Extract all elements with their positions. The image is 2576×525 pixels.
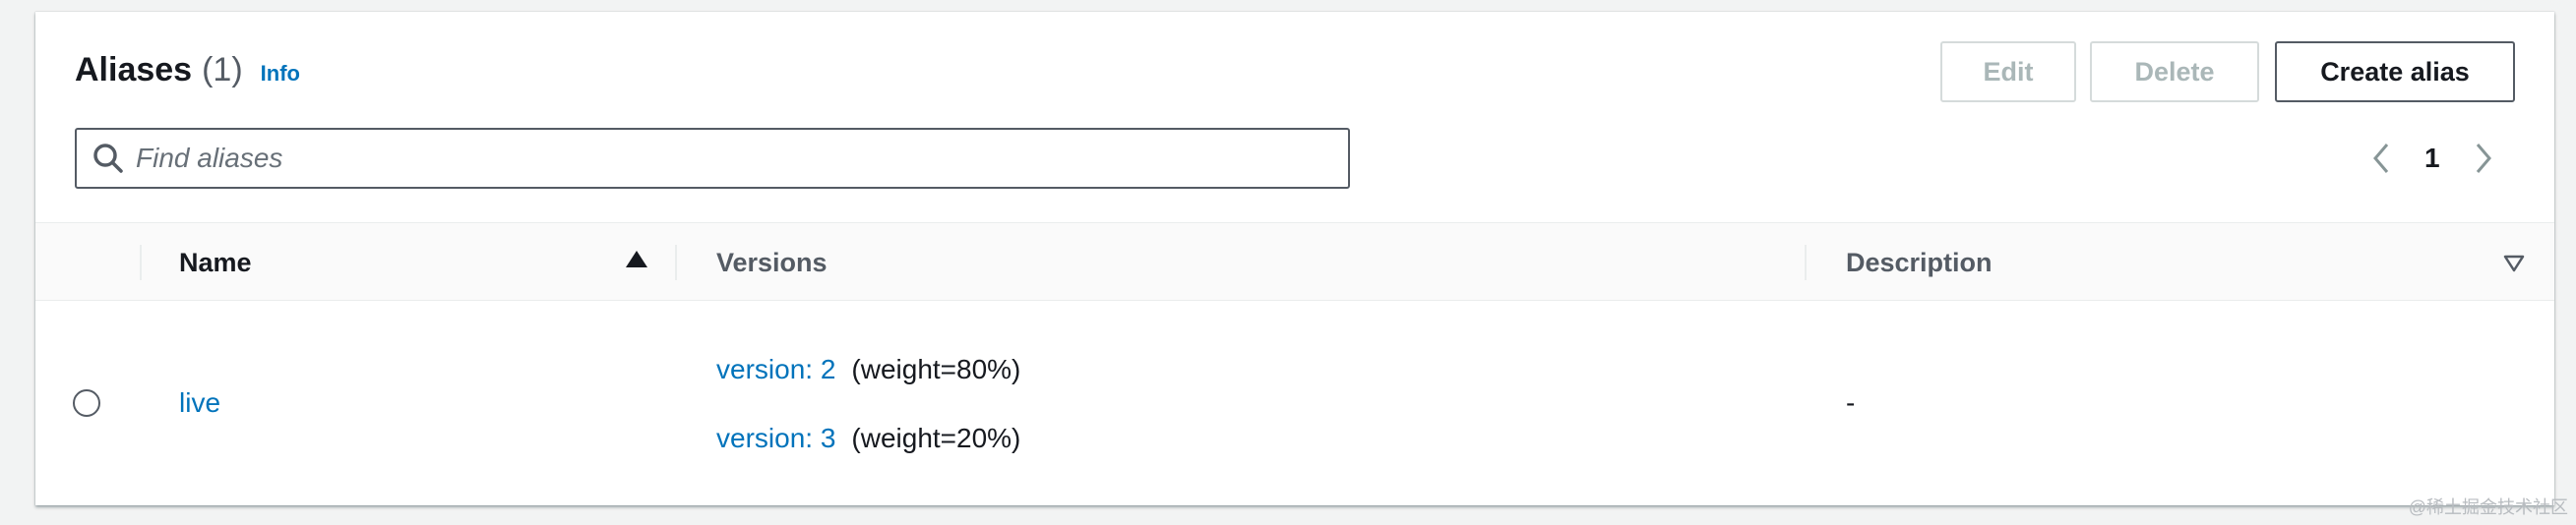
panel-header: Aliases (1) Info xyxy=(75,51,300,89)
chevron-right-icon[interactable] xyxy=(2470,139,2497,178)
version-link[interactable]: version: 3 xyxy=(716,423,835,454)
row-select-radio[interactable] xyxy=(73,389,100,417)
column-divider xyxy=(140,245,142,280)
sort-descending-icon[interactable] xyxy=(2503,255,2525,272)
alias-count: (1) xyxy=(202,51,243,88)
description-cell: - xyxy=(1846,387,1856,418)
edit-button[interactable]: Edit xyxy=(1940,41,2076,102)
sort-ascending-icon[interactable] xyxy=(626,251,647,267)
column-divider xyxy=(1805,245,1807,280)
column-header-name[interactable]: Name xyxy=(179,223,252,302)
version-entry: version: 2 (weight=80%) xyxy=(716,354,1020,385)
create-alias-button[interactable]: Create alias xyxy=(2275,41,2515,102)
version-link[interactable]: version: 2 xyxy=(716,354,835,385)
version-entry: version: 3 (weight=20%) xyxy=(716,423,1020,454)
search-box[interactable] xyxy=(75,128,1350,189)
chevron-left-icon[interactable] xyxy=(2367,139,2395,178)
version-weight: (weight=20%) xyxy=(851,423,1021,453)
version-weight: (weight=80%) xyxy=(851,354,1021,384)
column-header-versions: Versions xyxy=(716,247,828,277)
delete-button[interactable]: Delete xyxy=(2090,41,2259,102)
search-icon xyxy=(93,144,123,173)
column-header-description[interactable]: Description xyxy=(1846,223,1993,302)
current-page[interactable]: 1 xyxy=(2424,143,2440,174)
alias-name-link[interactable]: live xyxy=(179,387,220,419)
aliases-panel: Aliases (1) Info Edit Delete Create alia… xyxy=(35,12,2554,505)
pagination: 1 xyxy=(2367,134,2497,183)
panel-title: Aliases xyxy=(75,51,193,88)
table-header: Name Versions Description xyxy=(35,222,2554,301)
column-divider xyxy=(675,245,677,280)
watermark: @稀土掘金技术社区 xyxy=(2408,497,2568,517)
table-row: live version: 2 (weight=80%) version: 3 … xyxy=(35,301,2554,505)
info-link[interactable]: Info xyxy=(261,61,300,87)
search-input[interactable] xyxy=(136,134,1317,183)
